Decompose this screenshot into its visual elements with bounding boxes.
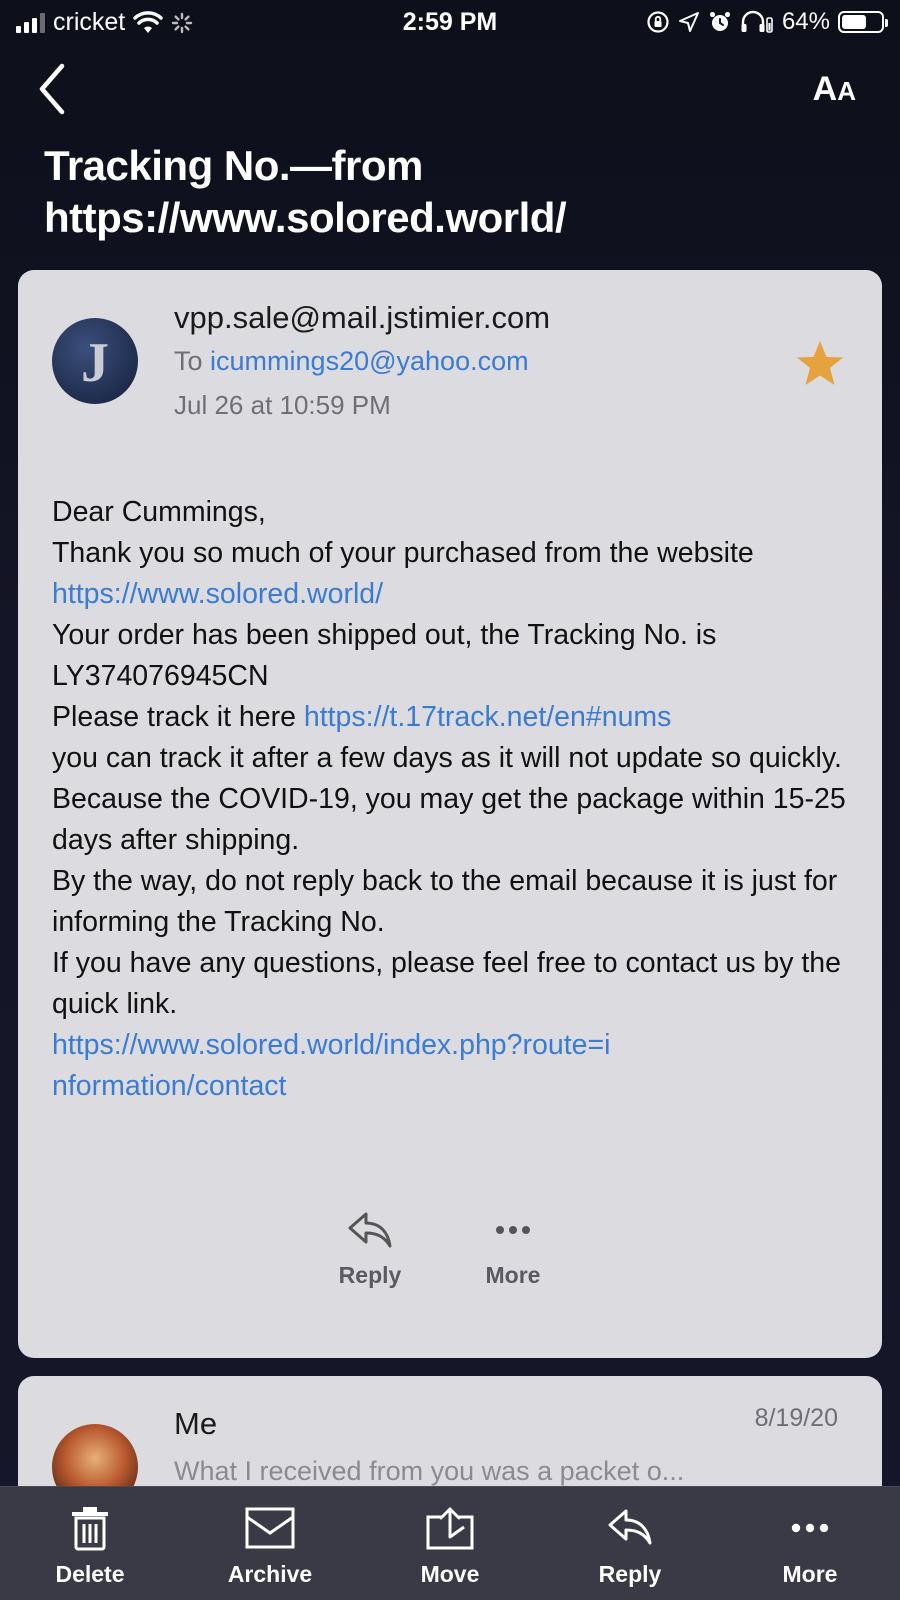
reply-label: Reply <box>338 1262 402 1288</box>
to-prefix: To <box>174 346 203 376</box>
more-dots-icon <box>791 1523 829 1533</box>
archive-button[interactable]: Archive <box>200 1505 340 1588</box>
battery-level <box>842 15 867 29</box>
back-button[interactable] <box>34 62 74 116</box>
body-covid-note: Because the COVID-19, you may get the pa… <box>52 783 846 856</box>
move-button[interactable]: Move <box>380 1505 520 1588</box>
text-size-button[interactable]: AA <box>813 70 856 109</box>
battery-icon <box>838 11 888 33</box>
status-right: 64% <box>646 8 888 36</box>
star-button[interactable] <box>794 338 846 390</box>
body-text-1: Thank you so much of your purchased from… <box>52 537 754 569</box>
message-body: Dear Cummings, Thank you so much of your… <box>52 492 852 1107</box>
recipient-line: To icummings20@yahoo.com <box>174 346 529 377</box>
sender-avatar[interactable]: J <box>52 318 138 404</box>
email-subject: Tracking No.—from https://www.solored.wo… <box>44 142 567 241</box>
message-card: J vpp.sale@mail.jstimier.com To icumming… <box>18 270 882 1358</box>
website-link[interactable]: https://www.solored.world/ <box>52 578 383 610</box>
star-icon <box>797 341 843 385</box>
body-tracking-note: you can track it after a few days as it … <box>52 742 842 774</box>
body-paragraph: Thank you so much of your purchased from… <box>52 533 852 615</box>
body-greeting: Dear Cummings, <box>52 496 266 528</box>
move-label: Move <box>420 1561 480 1587</box>
thread-date: 8/19/20 <box>754 1404 838 1432</box>
headphones-icon <box>741 10 773 33</box>
more-label: More <box>485 1262 541 1288</box>
alarm-icon <box>709 11 731 31</box>
battery-percent: 64% <box>781 8 830 35</box>
text-size-small-a: A <box>837 76 856 106</box>
chevron-left-icon <box>39 63 65 115</box>
reply-label: Reply <box>598 1561 662 1587</box>
delete-button[interactable]: Delete <box>20 1505 160 1588</box>
body-contact-note: If you have any questions, please feel f… <box>52 947 841 1020</box>
contact-link[interactable]: https://www.solored.world/index.php?rout… <box>52 1025 612 1107</box>
bottom-toolbar: Delete Archive Move Reply More <box>0 1486 900 1600</box>
archive-icon <box>245 1507 295 1549</box>
body-text-3: Please track it here <box>52 701 296 733</box>
status-bar: cricket 2:59 PM 64% <box>0 0 900 46</box>
thread-preview: What I received from you was a packet o.… <box>174 1456 685 1486</box>
thread-sender: Me <box>174 1406 218 1441</box>
reply-icon <box>348 1212 392 1248</box>
move-icon <box>426 1507 474 1550</box>
message-date: Jul 26 at 10:59 PM <box>174 390 391 420</box>
location-arrow-icon <box>678 12 699 32</box>
body-shipping-line: Your order has been shipped out, the Tra… <box>52 619 717 692</box>
tracking-link[interactable]: https://t.17track.net/en#nums <box>304 701 672 733</box>
avatar-letter: J <box>81 332 109 394</box>
more-label: More <box>782 1561 838 1587</box>
archive-label: Archive <box>227 1561 313 1587</box>
recipient-address[interactable]: icummings20@yahoo.com <box>210 346 529 376</box>
rotation-lock-icon <box>647 11 669 33</box>
delete-label: Delete <box>55 1561 125 1587</box>
message-more-button[interactable]: More <box>453 1210 573 1289</box>
more-button[interactable]: More <box>740 1505 880 1588</box>
body-paragraph: Please track it here https://t.17track.n… <box>52 697 852 738</box>
message-reply-button[interactable]: Reply <box>310 1210 430 1289</box>
trash-icon <box>72 1507 108 1551</box>
text-size-large-a: A <box>812 70 838 108</box>
more-dots-icon <box>496 1226 530 1234</box>
reply-icon <box>608 1509 652 1545</box>
sender-address[interactable]: vpp.sale@mail.jstimier.com <box>174 300 550 336</box>
message-actions: Reply More <box>18 1210 882 1320</box>
reply-button[interactable]: Reply <box>560 1505 700 1588</box>
body-no-reply-note: By the way, do not reply back to the ema… <box>52 865 838 938</box>
